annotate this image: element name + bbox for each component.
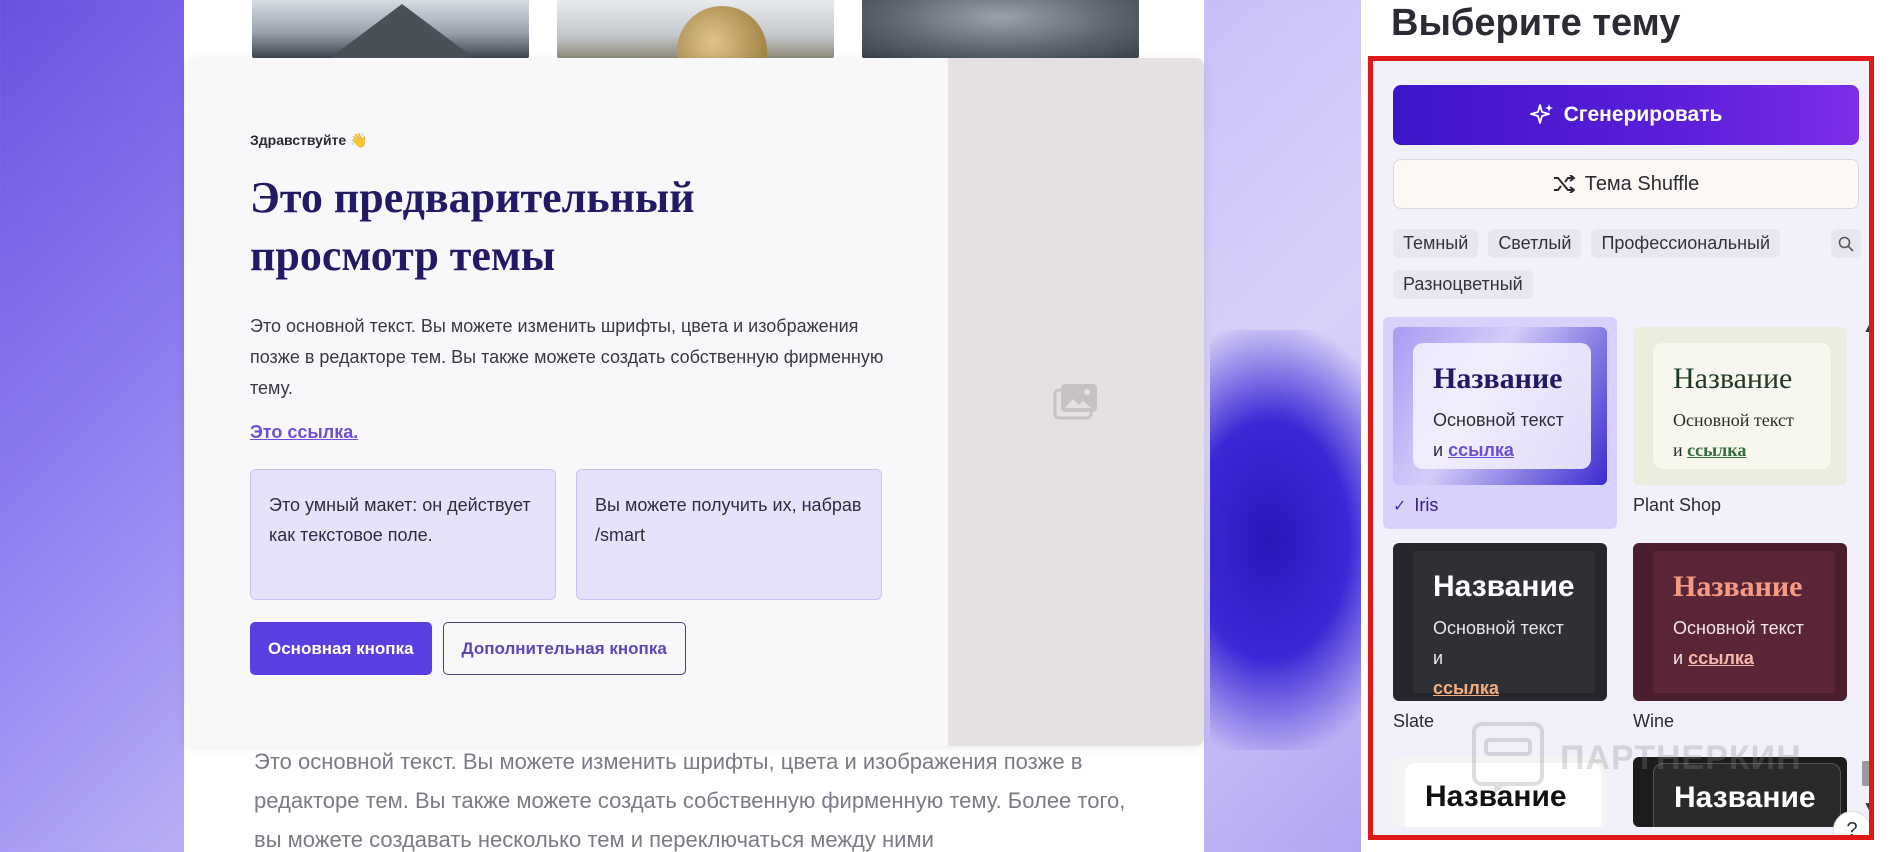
image-thumbnails <box>252 0 1139 58</box>
image-placeholder-icon <box>1053 384 1097 420</box>
swatch-title: Название <box>1425 780 1567 813</box>
theme-name: Plant Shop <box>1633 495 1721 516</box>
swatch-and: и <box>1433 440 1444 460</box>
theme-name-label: Slate <box>1393 711 1435 731</box>
theme-swatch-content: Название Основной текст и ссылка <box>1413 551 1595 698</box>
swatch-text: Основной текст и ссылка <box>1673 405 1811 465</box>
theme-search-button[interactable] <box>1831 229 1861 258</box>
astronaut-thumbnail[interactable] <box>557 0 834 58</box>
theme-swatch-content: Название <box>1405 763 1601 827</box>
filter-chip-colorful[interactable]: Разноцветный <box>1393 270 1533 299</box>
preview-title: Это предварительный просмотр темы <box>250 173 695 280</box>
preview-content: Здравствуйте 👋 Это предварительный просм… <box>250 132 890 675</box>
theme-card[interactable]: Название <box>1623 747 1857 827</box>
theme-card[interactable]: Название <box>1383 747 1617 827</box>
image-placeholder[interactable] <box>948 58 1204 746</box>
theme-swatch: Название <box>1633 757 1847 827</box>
shuffle-theme-button[interactable]: Тема Shuffle <box>1393 159 1859 209</box>
theme-swatch-content: Название Основной текст и ссылка <box>1413 343 1591 469</box>
galaxy-thumbnail[interactable] <box>862 0 1139 58</box>
theme-selection-area: Сгенерировать Тема Shuffle Темный Светлы… <box>1368 56 1874 840</box>
search-icon <box>1838 236 1854 252</box>
swatch-title: Название <box>1433 570 1575 603</box>
preview-body-text: Это основной текст. Вы можете изменить ш… <box>250 316 884 398</box>
theme-filters: Темный Светлый Профессиональный Разноцве… <box>1393 229 1823 299</box>
shuffle-label: Тема Shuffle <box>1584 172 1700 195</box>
filter-chip-professional[interactable]: Профессиональный <box>1591 229 1781 258</box>
swatch-text: Основной текст и ссылка <box>1433 405 1571 465</box>
theme-panel: Выберите тему Сгенерировать Тема Shuffle… <box>1361 0 1895 852</box>
check-icon: ✓ <box>1393 497 1407 515</box>
document-body-text: Это основной текст. Вы можете изменить ш… <box>254 749 1126 852</box>
swatch-link: ссылка <box>1688 648 1754 668</box>
swatch-title: Название <box>1673 570 1803 603</box>
smart-layout-box[interactable]: Это умный макет: он действует как тексто… <box>250 469 556 600</box>
primary-button[interactable]: Основная кнопка <box>250 622 432 675</box>
theme-swatch: Название Основной текст и ссылка <box>1393 327 1607 485</box>
preview-greeting: Здравствуйте 👋 <box>250 132 368 148</box>
generate-label: Сгенерировать <box>1563 103 1723 126</box>
swatch-text: Основной текст и ссылка <box>1673 613 1815 673</box>
swatch-body: Основной текст <box>1673 410 1794 430</box>
swatch-link: ссылка <box>1433 678 1499 698</box>
theme-swatch: Название Основной текст и ссылка <box>1633 327 1847 485</box>
preview-link[interactable]: Это ссылка. <box>250 422 358 443</box>
mountain-thumbnail[interactable] <box>252 0 529 58</box>
swatch-body: Основной текст и <box>1433 618 1564 668</box>
scroll-down-arrow[interactable]: ▼ <box>1863 799 1869 813</box>
theme-name: Wine <box>1633 711 1674 732</box>
theme-swatch: Название Основной текст и ссылка <box>1393 543 1607 701</box>
filter-chip-dark[interactable]: Темный <box>1393 229 1479 258</box>
theme-swatch-content: Название Основной текст и ссылка <box>1653 551 1835 693</box>
generate-button[interactable]: Сгенерировать <box>1393 85 1859 145</box>
swatch-link: ссылка <box>1687 440 1747 460</box>
shuffle-icon <box>1553 175 1575 193</box>
swatch-body: Основной текст <box>1433 410 1564 430</box>
filter-chip-light[interactable]: Светлый <box>1488 229 1582 258</box>
help-button[interactable]: ? <box>1833 811 1869 835</box>
theme-name: ✓ Iris <box>1393 495 1438 516</box>
theme-name-label: Iris <box>1414 495 1439 515</box>
theme-card-slate[interactable]: Название Основной текст и ссылка Slate <box>1383 533 1617 745</box>
swatch-title: Название <box>1674 781 1816 814</box>
scrollbar-thumb[interactable] <box>1862 761 1869 786</box>
swatch-text: Основной текст и ссылка <box>1433 613 1575 701</box>
theme-card-plant-shop[interactable]: Название Основной текст и ссылка Plant S… <box>1623 317 1857 529</box>
theme-name-label: Plant Shop <box>1633 495 1722 515</box>
swatch-and: и <box>1673 440 1683 460</box>
theme-card-iris[interactable]: Название Основной текст и ссылка ✓ Iris <box>1383 317 1617 529</box>
theme-swatch-content: Название <box>1653 763 1841 827</box>
swatch-title: Название <box>1673 362 1793 395</box>
smart-layout: Это умный макет: он действует как тексто… <box>250 469 890 600</box>
sparkle-icon <box>1529 104 1553 124</box>
theme-name-label: Wine <box>1633 711 1675 731</box>
swatch-title: Название <box>1433 362 1563 395</box>
theme-swatch: Название <box>1393 757 1607 827</box>
theme-swatch-content: Название Основной текст и ссылка <box>1653 343 1831 469</box>
theme-preview-card: Здравствуйте 👋 Это предварительный просм… <box>184 58 1204 746</box>
scroll-up-arrow[interactable]: ▲ <box>1863 321 1869 335</box>
preview-buttons: Основная кнопка Дополнительная кнопка <box>250 622 890 675</box>
theme-card-wine[interactable]: Название Основной текст и ссылка Wine <box>1623 533 1857 745</box>
swatch-link: ссылка <box>1448 440 1514 460</box>
theme-swatch: Название Основной текст и ссылка <box>1633 543 1847 701</box>
panel-title: Выберите тему <box>1391 2 1681 44</box>
theme-name: Slate <box>1393 711 1434 732</box>
smart-layout-box[interactable]: Вы можете получить их, набрав /smart <box>576 469 882 600</box>
swatch-and: и <box>1673 648 1684 668</box>
swatch-body: Основной текст <box>1673 618 1804 638</box>
secondary-button[interactable]: Дополнительная кнопка <box>442 622 686 675</box>
